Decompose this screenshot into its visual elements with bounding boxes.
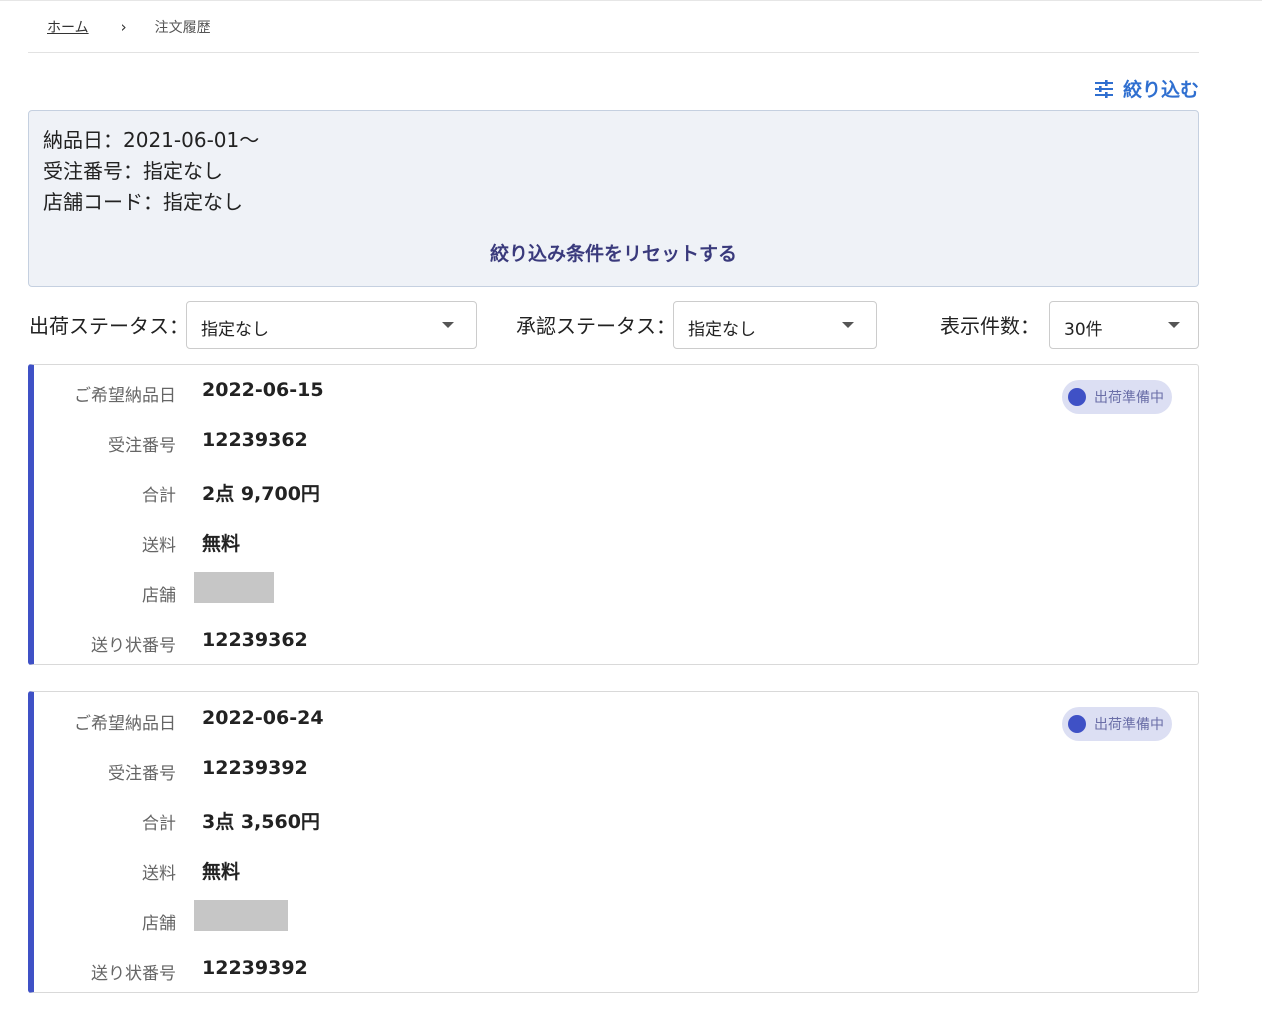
shipping-status-label: 出荷ステータス： — [29, 314, 189, 338]
field-label: ご希望納品日 — [74, 714, 176, 734]
breadcrumb-current: 注文履歴 — [154, 19, 211, 36]
filter-button[interactable]: 絞り込む — [1094, 75, 1199, 102]
breadcrumb-home-link[interactable]: ホーム — [47, 17, 89, 37]
condition-delivery-date: 納品日：2021-06-01〜 — [43, 128, 260, 152]
order-field-store: 店舗 — [34, 900, 634, 934]
order-field-delivery-date: ご希望納品日 2022-06-15 — [34, 376, 634, 406]
order-field-delivery-date: ご希望納品日 2022-06-24 — [34, 704, 634, 734]
status-dot-icon — [1068, 715, 1086, 733]
per-page-select[interactable]: 30件 — [1049, 301, 1199, 349]
per-page-label: 表示件数： — [940, 314, 1040, 338]
condition-order-number: 受注番号：指定なし — [43, 159, 223, 183]
field-value: 12239362 — [202, 629, 308, 651]
filter-button-label: 絞り込む — [1122, 79, 1199, 101]
order-field-tracking-number: 送り状番号 12239362 — [34, 626, 634, 656]
field-label: 送り状番号 — [91, 636, 176, 656]
order-field-store: 店舗 — [34, 572, 634, 606]
order-field-order-number: 受注番号 12239362 — [34, 426, 634, 456]
field-label: 送料 — [142, 536, 176, 556]
shipping-status-select[interactable]: 指定なし — [186, 301, 477, 349]
order-card[interactable]: 出荷準備中 ご希望納品日 2022-06-24 受注番号 12239392 合計… — [28, 691, 1199, 993]
field-value: 2点 9,700円 — [202, 483, 320, 505]
status-badge-label: 出荷準備中 — [1094, 717, 1164, 733]
field-label: 受注番号 — [108, 436, 176, 456]
order-history-page: ホーム › 注文履歴 絞り込む 納品日：2021-06-01〜 受注番号：指定な… — [0, 0, 1262, 1015]
sliders-icon — [1094, 79, 1113, 98]
field-value: 12239392 — [202, 757, 308, 779]
approval-status-select[interactable]: 指定なし — [673, 301, 877, 349]
chevron-down-icon — [1168, 322, 1180, 328]
order-field-order-number: 受注番号 12239392 — [34, 754, 634, 784]
field-label: 合計 — [142, 486, 176, 506]
redacted-store-name — [194, 572, 274, 603]
order-field-tracking-number: 送り状番号 12239392 — [34, 954, 634, 984]
filter-conditions-panel: 納品日：2021-06-01〜 受注番号：指定なし 店舗コード：指定なし 絞り込… — [28, 110, 1199, 287]
field-label: 店舗 — [142, 914, 176, 934]
chevron-down-icon — [442, 322, 454, 328]
approval-status-value: 指定なし — [688, 320, 756, 340]
field-value: 2022-06-15 — [202, 379, 324, 401]
status-badge-label: 出荷準備中 — [1094, 390, 1164, 406]
status-dot-icon — [1068, 388, 1086, 406]
field-value: 12239362 — [202, 429, 308, 451]
field-label: 送料 — [142, 864, 176, 884]
per-page-value: 30件 — [1064, 320, 1103, 340]
field-value: 3点 3,560円 — [202, 811, 320, 833]
field-label: 合計 — [142, 814, 176, 834]
order-field-shipping-fee: 送料 無料 — [34, 854, 634, 884]
field-value: 12239392 — [202, 957, 308, 979]
field-label: 店舗 — [142, 586, 176, 606]
order-field-total: 合計 2点 9,700円 — [34, 476, 634, 506]
condition-store-code: 店舗コード：指定なし — [43, 190, 243, 214]
status-badge: 出荷準備中 — [1062, 707, 1172, 741]
field-value: 無料 — [202, 533, 241, 555]
field-label: ご希望納品日 — [74, 386, 176, 406]
field-value: 無料 — [202, 861, 241, 883]
order-card[interactable]: 出荷準備中 ご希望納品日 2022-06-15 受注番号 12239362 合計… — [28, 364, 1199, 665]
breadcrumb: ホーム › 注文履歴 — [28, 1, 1199, 53]
order-field-shipping-fee: 送料 無料 — [34, 526, 634, 556]
field-value: 2022-06-24 — [202, 707, 324, 729]
field-label: 受注番号 — [108, 764, 176, 784]
status-badge: 出荷準備中 — [1062, 380, 1172, 414]
field-label: 送り状番号 — [91, 964, 176, 984]
approval-status-label: 承認ステータス： — [516, 314, 676, 338]
chevron-down-icon — [842, 322, 854, 328]
shipping-status-value: 指定なし — [201, 320, 269, 340]
breadcrumb-separator: › — [120, 17, 127, 36]
reset-conditions-link[interactable]: 絞り込み条件をリセットする — [29, 239, 1198, 266]
order-field-total: 合計 3点 3,560円 — [34, 804, 634, 834]
redacted-store-name — [194, 900, 288, 931]
